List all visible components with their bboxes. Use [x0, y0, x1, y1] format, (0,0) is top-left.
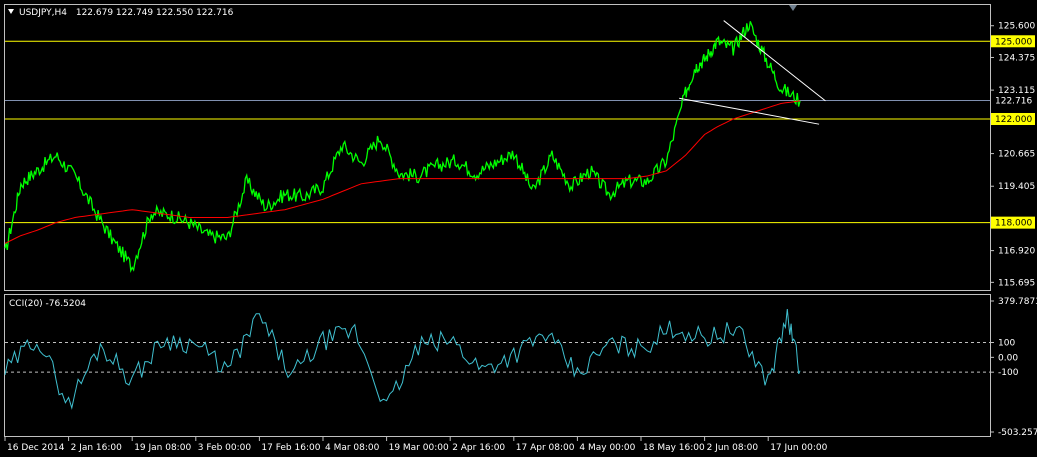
cci-tick-label: 100	[998, 339, 1015, 349]
time-tick-label: 2 Jan 16:00	[71, 443, 123, 453]
time-tick-label: 17 Feb 16:00	[261, 443, 320, 453]
horizontal-level-label: 125.000	[995, 37, 1032, 47]
svg-text:USDJPY,H4 122.679 122.74: USDJPY,H4 122.679 122.749 122.550 122.71…	[19, 8, 234, 18]
cci-tick-label: -503.2579	[998, 428, 1037, 438]
time-tick-label: 17 Apr 08:00	[516, 443, 575, 453]
price-tick-label: 116.920	[998, 247, 1035, 257]
price-tick-label: 119.405	[998, 182, 1035, 192]
trading-chart[interactable]: 125.000 122.000 118.000 122.716 125.600 124.…	[0, 0, 1037, 457]
current-price-label: 122.716	[995, 96, 1032, 106]
cci-label: CCI(20) -76.5204	[9, 299, 86, 309]
time-tick-label: 2 Jun 08:00	[707, 443, 759, 453]
time-tick-label: 18 May 16:00	[643, 443, 705, 453]
time-tick-label: 3 Feb 00:00	[198, 443, 252, 453]
ohlc-values: 122.679 122.749 122.550 122.716	[76, 8, 234, 18]
price-tick-label: 120.665	[998, 150, 1035, 160]
price-tick-label: 115.695	[998, 278, 1035, 288]
time-tick-label: 4 Mar 08:00	[325, 443, 380, 453]
cci-tick-label: -100	[998, 368, 1019, 378]
horizontal-level-label: 118.000	[995, 219, 1032, 229]
chart-background	[0, 0, 1037, 457]
time-tick-label: 16 Dec 2014	[7, 443, 65, 453]
symbol-label: USDJPY,H4	[19, 8, 67, 18]
time-tick-label: 17 Jun 00:00	[770, 443, 827, 453]
time-tick-label: 19 Mar 00:00	[389, 443, 449, 453]
horizontal-level-label: 122.000	[995, 115, 1032, 125]
time-tick-label: 19 Jan 08:00	[134, 443, 191, 453]
price-tick-label: 124.375	[998, 53, 1035, 63]
time-tick-label: 2 Apr 16:00	[452, 443, 505, 453]
price-tick-label: 123.115	[998, 86, 1035, 96]
cci-tick-label: 379.7873	[998, 297, 1037, 307]
time-tick-label: 4 May 00:00	[579, 443, 635, 453]
price-tick-label: 125.600	[998, 22, 1035, 32]
cci-tick-label: 0.00	[998, 353, 1018, 363]
